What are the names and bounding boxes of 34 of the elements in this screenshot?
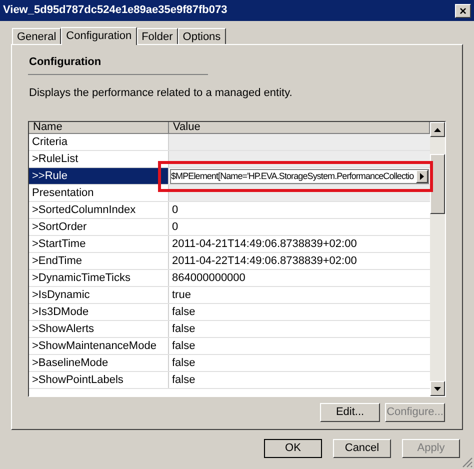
dialog-button[interactable]: OK <box>264 439 322 458</box>
right-arrow-icon <box>420 173 424 180</box>
tab[interactable]: Configuration <box>61 27 137 45</box>
value-field[interactable]: $MPElement[Name='HP.EVA.StorageSystem.PerformanceCollectio <box>170 169 429 184</box>
down-arrow-icon <box>434 386 441 390</box>
edit-button[interactable]: Edit... <box>320 403 380 422</box>
scrollbar[interactable] <box>430 122 445 396</box>
tab[interactable]: Options <box>178 28 226 44</box>
scroll-up-button[interactable] <box>430 122 445 137</box>
property-value: 2011-04-22T14:49:06.8738839+02:00 <box>172 255 357 267</box>
close-button[interactable]: × <box>455 4 471 18</box>
property-name[interactable]: >>Rule <box>29 168 169 184</box>
property-value: 2011-04-21T14:49:06.8738839+02:00 <box>172 238 357 250</box>
window-title: View_5d95d787dc524e1e89ae35e9f87fb073 <box>3 3 228 18</box>
up-arrow-icon <box>434 128 441 132</box>
property-value: 0 <box>172 221 178 233</box>
property-value: false <box>172 306 196 318</box>
dialog-button[interactable]: Cancel <box>333 439 391 458</box>
section-description: Displays the performance related to a managed entity. <box>28 86 294 100</box>
property-value: false <box>172 323 196 335</box>
column-header[interactable]: Name <box>29 122 169 134</box>
property-value: true <box>172 289 191 301</box>
scroll-thumb[interactable] <box>430 154 445 214</box>
property-value: false <box>172 340 196 352</box>
tab[interactable]: Folder <box>136 28 178 44</box>
property-value: 0 <box>172 204 178 216</box>
property-value: false <box>172 357 196 369</box>
property-value: 864000000000 <box>172 272 246 284</box>
expand-button[interactable] <box>416 170 428 183</box>
property-value: false <box>172 374 196 386</box>
scroll-down-button[interactable] <box>430 381 445 396</box>
resize-grip-icon[interactable] <box>462 457 473 468</box>
section-heading: Configuration <box>28 55 102 70</box>
column-header[interactable]: Value <box>169 122 430 134</box>
